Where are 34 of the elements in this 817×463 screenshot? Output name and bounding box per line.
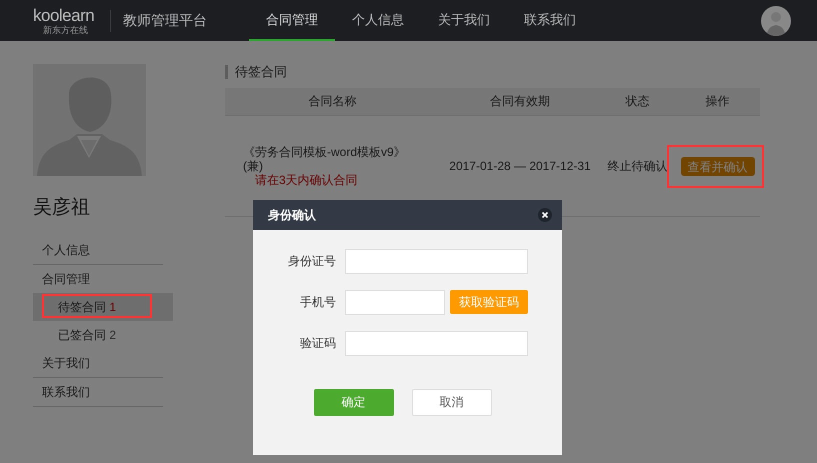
user-name: 吴彦祖	[33, 196, 91, 220]
menu-item[interactable]: 联系我们	[33, 378, 163, 406]
confirm-notice: 请在3天内确认合同	[255, 173, 358, 187]
close-icon[interactable]	[538, 208, 552, 222]
input-field[interactable]	[345, 248, 528, 274]
platform-title: 教师管理平台	[123, 12, 208, 30]
table-cell-text: 终止待确认	[606, 158, 668, 174]
table-cell-text: 2017-01-28 — 2017-12-31	[448, 159, 592, 173]
field-label: 身份证号	[287, 252, 336, 270]
contract-name: 《劳务合同模板-word模板v9》(兼)	[243, 145, 407, 173]
submenu-item[interactable]: 已签合同 2	[33, 321, 173, 349]
menu-item[interactable]: 个人信息	[33, 236, 163, 264]
column-header: 状态	[624, 93, 650, 110]
input-field[interactable]	[345, 330, 528, 356]
cancel-button[interactable]: 取消	[412, 389, 492, 416]
input-field[interactable]	[345, 290, 445, 314]
field-label: 手机号	[299, 294, 336, 310]
nav-tab[interactable]: 联系我们	[507, 0, 594, 41]
confirm-button[interactable]: 确定	[314, 389, 394, 416]
menu-item[interactable]: 合同管理	[33, 265, 163, 293]
avatar-icon[interactable]	[761, 6, 791, 36]
nav-tab[interactable]: 个人信息	[335, 0, 422, 41]
nav-tab[interactable]: 关于我们	[421, 0, 508, 41]
column-header: 合同有效期	[489, 93, 551, 110]
dialog-title: 身份确认	[268, 206, 316, 224]
logo-text: koolearn	[33, 6, 94, 24]
menu-item[interactable]: 关于我们	[33, 349, 163, 377]
field-label: 验证码	[299, 334, 336, 352]
section-title: 待签合同	[225, 65, 760, 79]
logo-subtitle: 新东方在线	[43, 24, 88, 34]
column-header: 操作	[704, 93, 730, 110]
column-header: 合同名称	[308, 93, 358, 110]
nav-tab[interactable]: 合同管理	[249, 0, 336, 41]
submenu-item[interactable]: 待签合同 1	[33, 293, 173, 321]
